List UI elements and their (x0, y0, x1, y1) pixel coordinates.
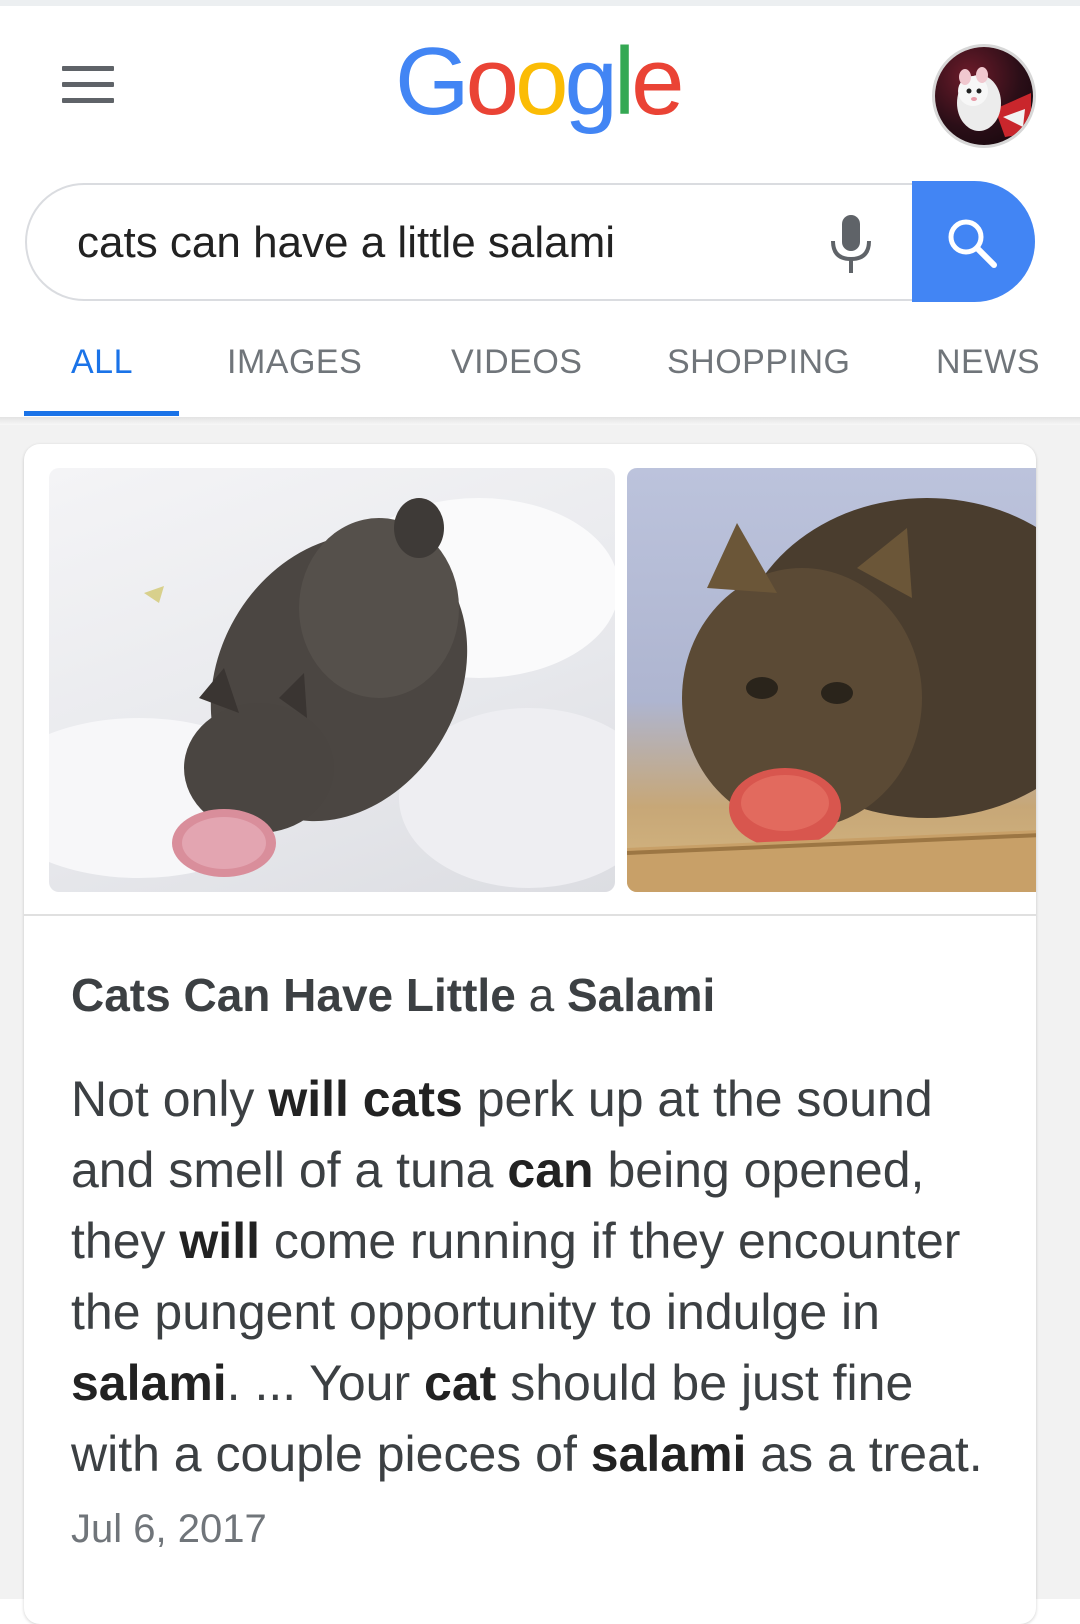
snippet-highlight: will (179, 1213, 260, 1269)
card-divider (24, 914, 1036, 916)
google-logo[interactable]: Google (395, 28, 685, 135)
active-tab-indicator (24, 411, 179, 416)
snippet-text: as a treat. (746, 1426, 983, 1482)
menu-icon[interactable] (56, 62, 122, 116)
title-text: Salami (566, 969, 716, 1021)
logo-letter: e (631, 28, 684, 135)
logo-letter: g (564, 28, 617, 135)
microphone-icon[interactable] (822, 211, 882, 277)
search-button[interactable] (912, 181, 1035, 302)
title-text: Cats Can Have Little (71, 969, 516, 1021)
tab-news[interactable]: NEWS (936, 343, 1040, 382)
image-carousel[interactable] (24, 444, 1036, 916)
featured-snippet-card: Cats Can Have Little a Salami Not only w… (24, 444, 1036, 1624)
logo-letter: o (465, 28, 519, 135)
snippet-highlight: can (507, 1142, 594, 1198)
hamster-avatar-image (957, 67, 1031, 137)
result-date: Jul 6, 2017 (71, 1507, 267, 1551)
logo-letter: l (613, 28, 635, 135)
tab-images[interactable]: IMAGES (227, 343, 362, 382)
avatar[interactable] (935, 47, 1033, 145)
snippet-highlight: cat (424, 1355, 497, 1411)
title-text: a (528, 969, 555, 1021)
logo-letter: G (395, 28, 470, 135)
snippet-highlight: will cats (268, 1071, 463, 1127)
snippet-highlight: salami (590, 1426, 747, 1482)
snippet-text: . ... Your (226, 1355, 425, 1411)
search-bar (25, 183, 1035, 301)
logo-letter: o (515, 28, 568, 135)
snippet-highlight: salami (71, 1355, 227, 1411)
tab-shopping[interactable]: SHOPPING (667, 343, 850, 382)
result-title[interactable]: Cats Can Have Little a Salami (71, 968, 1001, 1022)
header: Google (0, 6, 1080, 176)
search-tabs: ALL IMAGES VIDEOS SHOPPING NEWS (0, 325, 1080, 420)
tabs-shadow (0, 417, 1080, 425)
tab-videos[interactable]: VIDEOS (451, 343, 582, 382)
cat-in-box-image[interactable] (627, 468, 1036, 892)
result-snippet: Not only will cats perk up at the sound … (71, 1064, 1011, 1565)
search-icon (948, 219, 997, 268)
cat-in-snow-image[interactable] (49, 468, 615, 892)
tab-all[interactable]: ALL (71, 343, 133, 382)
snippet-text: Not only (71, 1071, 269, 1127)
search-input[interactable] (77, 213, 777, 273)
